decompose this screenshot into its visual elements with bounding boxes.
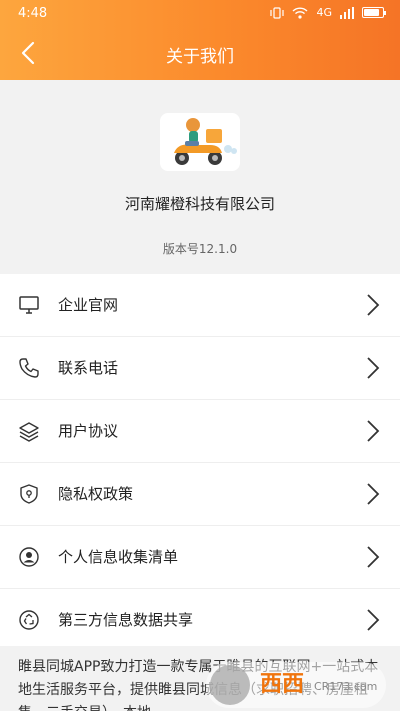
status-time: 4:48 (18, 6, 48, 21)
menu-item-phone[interactable]: 联系电话 (0, 337, 400, 400)
company-name: 河南耀橙科技有限公司 (124, 195, 275, 213)
signal-icon (340, 6, 354, 19)
watermark-logo-icon (210, 665, 250, 705)
chevron-right-icon (367, 294, 380, 316)
menu-item-label: 隐私权政策 (58, 485, 134, 503)
watermark-brand: 西西 (260, 672, 305, 697)
watermark-url: CR173.com (314, 680, 378, 693)
menu-item-user-agreement[interactable]: 用户协议 (0, 400, 400, 463)
battery-icon (362, 7, 386, 18)
status-icons: 4G (270, 6, 386, 19)
menu-item-label: 个人信息收集清单 (58, 548, 179, 566)
nav-bar: 关于我们 (0, 28, 400, 80)
menu-item-privacy-policy[interactable]: 隐私权政策 (0, 463, 400, 526)
chevron-right-icon (367, 483, 380, 505)
chevron-right-icon (367, 546, 380, 568)
menu-item-third-party-sharing[interactable]: 第三方信息数据共享 (0, 589, 400, 652)
page-title: 关于我们 (166, 47, 234, 67)
site-watermark: 西西 CR173.com (206, 662, 386, 708)
menu-item-label: 联系电话 (58, 359, 119, 377)
chevron-right-icon (367, 357, 380, 379)
recycle-icon (19, 610, 39, 630)
app-profile: 河南耀橙科技有限公司 版本号12.1.0 (0, 80, 400, 272)
vibrate-icon (270, 6, 285, 19)
status-bar: 4:48 4G (0, 0, 400, 28)
user-circle-icon (19, 547, 39, 567)
menu-item-website[interactable]: 企业官网 (0, 274, 400, 337)
chevron-right-icon (367, 420, 380, 442)
menu-item-personal-info-list[interactable]: 个人信息收集清单 (0, 526, 400, 589)
battery-fill (364, 9, 379, 16)
wifi-icon (292, 6, 308, 19)
monitor-icon (19, 296, 39, 314)
delivery-scooter-logo (160, 113, 240, 171)
menu-item-label: 企业官网 (58, 296, 119, 314)
app-header: 4:48 4G 关于我们 (0, 0, 400, 80)
app-version: 版本号12.1.0 (162, 242, 238, 256)
menu-item-label: 用户协议 (58, 422, 119, 440)
chevron-right-icon (367, 609, 380, 631)
layers-icon (19, 422, 39, 442)
phone-icon (19, 358, 39, 378)
menu-list: 企业官网 联系电话 用户协议 隐私权政策 个人信息收集清单 第三方信息数据共享 (0, 274, 400, 652)
menu-item-label: 第三方信息数据共享 (58, 611, 194, 629)
network-type: 4G (316, 6, 332, 19)
shield-lock-icon (20, 484, 38, 504)
